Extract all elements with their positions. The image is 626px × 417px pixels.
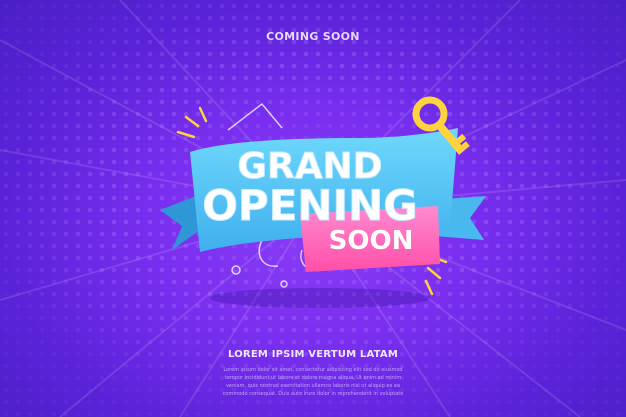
banner-shadow	[210, 288, 430, 308]
footer-body: Lorem ipsum dolor sit amet, consectetur …	[210, 366, 416, 398]
footer-heading: LOREM IPSIM VERTUM LATAM	[228, 349, 398, 360]
footer-line: Lorem ipsum dolor sit amet, consectetur …	[223, 367, 403, 373]
title-opening: OPENING	[202, 181, 418, 230]
poster: GRAND OPENING SOON COMING SOON LOREM IPS…	[0, 0, 626, 417]
tag-soon: SOON	[329, 226, 414, 256]
footer-line: tempor incididunt ut labore et dolore ma…	[224, 375, 402, 381]
footer-line: commodo consequat. Duis aute irure dolor…	[222, 391, 404, 397]
coming-soon-label: COMING SOON	[266, 30, 360, 43]
footer-line: veniam, quis nostrud exercitation ullamc…	[225, 383, 401, 389]
